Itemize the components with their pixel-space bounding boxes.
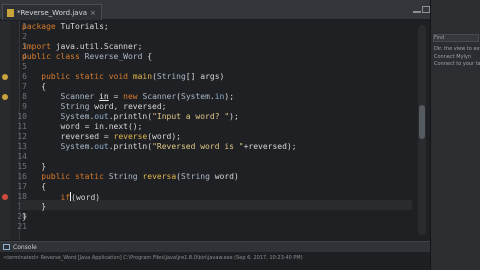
find-label: Find	[434, 35, 445, 41]
code-token: public static	[41, 172, 104, 181]
task-list-panel: Find Dir. the view to extend Connect Myl…	[430, 0, 480, 270]
code-line[interactable]: import java.util.Scanner;	[22, 42, 142, 52]
code-line[interactable]: }	[22, 202, 46, 212]
code-token: reversed =	[22, 132, 114, 141]
connect-mylyn-link[interactable]: Connect Mylyn	[434, 54, 480, 60]
code-token: main	[132, 72, 153, 81]
code-token: =	[108, 92, 124, 101]
minimize-icon[interactable]	[413, 6, 421, 13]
code-line[interactable]: public class Reverse_Word {	[22, 52, 152, 62]
code-line[interactable]: package TuTorials;	[22, 22, 109, 32]
code-token: out	[94, 142, 109, 151]
code-editor[interactable]: 123456789101112131415161718192021 packag…	[0, 21, 430, 240]
java-file-icon	[7, 8, 14, 17]
close-icon[interactable]: ×	[90, 9, 96, 17]
annotation-ruler	[0, 21, 10, 240]
code-token: .println(	[108, 142, 153, 151]
code-line[interactable]: word = in.next();	[22, 122, 143, 132]
code-token: String	[156, 72, 186, 81]
code-token: (word)	[71, 193, 101, 202]
code-token: public class	[22, 52, 80, 61]
code-token: in	[214, 92, 225, 101]
code-line[interactable]: reversed = reverse(word);	[22, 132, 181, 142]
code-token: );	[224, 92, 235, 101]
code-line[interactable]: }	[22, 162, 46, 172]
code-line[interactable]: if(word)	[22, 192, 100, 202]
code-token: String	[108, 172, 138, 181]
connect-mylyn-desc: Connect to your task and ALM tools or cr…	[434, 61, 480, 67]
code-token: import	[22, 42, 51, 51]
code-line[interactable]: {	[22, 82, 46, 92]
console-output: <terminated> Reverse_Word [Java Applicat…	[0, 252, 430, 270]
code-token: );	[229, 112, 239, 121]
warning-marker-icon[interactable]	[2, 74, 8, 80]
code-token: "Input a word? "	[152, 112, 230, 121]
code-token: package	[22, 22, 56, 31]
error-marker-icon[interactable]	[2, 194, 8, 200]
code-area[interactable]: package TuTorials; import java.util.Scann…	[22, 21, 412, 240]
code-token: }	[22, 212, 27, 221]
code-token: }	[22, 202, 47, 211]
console-tab-bar: Console	[0, 241, 430, 252]
code-token: +reversed);	[243, 142, 297, 151]
editor-tab-bar: *Reverse_Word.java ×	[0, 0, 430, 20]
code-token: word, reversed;	[89, 102, 167, 111]
vertical-scrollbar[interactable]	[418, 25, 426, 235]
tab-reverse-word[interactable]: *Reverse_Word.java ×	[2, 4, 102, 20]
code-token: {	[22, 82, 47, 91]
code-line[interactable]: {	[22, 182, 46, 192]
code-token: String	[60, 102, 90, 111]
scrollbar-thumb[interactable]	[419, 105, 425, 139]
code-line[interactable]: public static void main(String[] args)	[22, 72, 224, 82]
code-token: Scanner	[60, 92, 95, 101]
line-number-gutter: 123456789101112131415161718192021	[10, 21, 27, 240]
code-token: "Reversed word is "	[152, 142, 244, 151]
code-line[interactable]: System.out.println("Reversed word is "+r…	[22, 142, 297, 152]
warning-marker-icon[interactable]	[2, 94, 8, 100]
code-token: .println(	[108, 112, 153, 121]
console-tab-label[interactable]: Console	[13, 244, 37, 251]
code-token: reverse	[113, 132, 148, 141]
code-token: reversa	[142, 172, 177, 181]
code-token: System	[181, 92, 210, 101]
console-icon	[3, 244, 10, 250]
code-token: word = in.next();	[22, 122, 143, 131]
code-token: TuTorials;	[55, 22, 109, 31]
code-token: {	[142, 52, 153, 61]
code-token: if	[60, 193, 71, 202]
code-token: out	[94, 112, 109, 121]
tab-label: *Reverse_Word.java	[17, 8, 88, 17]
code-token: System	[60, 142, 90, 151]
code-token: Reverse_Word	[84, 52, 143, 61]
code-token: new	[123, 92, 138, 101]
code-line[interactable]: }	[22, 212, 27, 222]
code-token: public static void	[41, 72, 128, 81]
panel-hint: Dir. the view to extend	[434, 46, 480, 52]
code-line[interactable]: String word, reversed;	[22, 102, 167, 112]
code-line[interactable]: public static String reversa(String word…	[22, 172, 239, 182]
code-token: in	[99, 92, 109, 101]
code-token: Scanner	[142, 92, 177, 101]
code-token: String	[181, 172, 210, 181]
code-token: {	[22, 182, 47, 191]
console-status-text: <terminated> Reverse_Word [Java Applicat…	[3, 255, 303, 261]
code-token: java.util.Scanner;	[50, 42, 143, 51]
code-token: (word);	[147, 132, 181, 141]
code-token: }	[22, 162, 47, 171]
code-token: System	[60, 112, 90, 121]
code-token: word)	[209, 172, 239, 181]
maximize-icon[interactable]	[422, 6, 430, 13]
code-token: [] args)	[185, 72, 225, 81]
code-line[interactable]: System.out.println("Input a word? ");	[22, 112, 239, 122]
code-line[interactable]: Scanner in = new Scanner(System.in);	[22, 92, 234, 102]
